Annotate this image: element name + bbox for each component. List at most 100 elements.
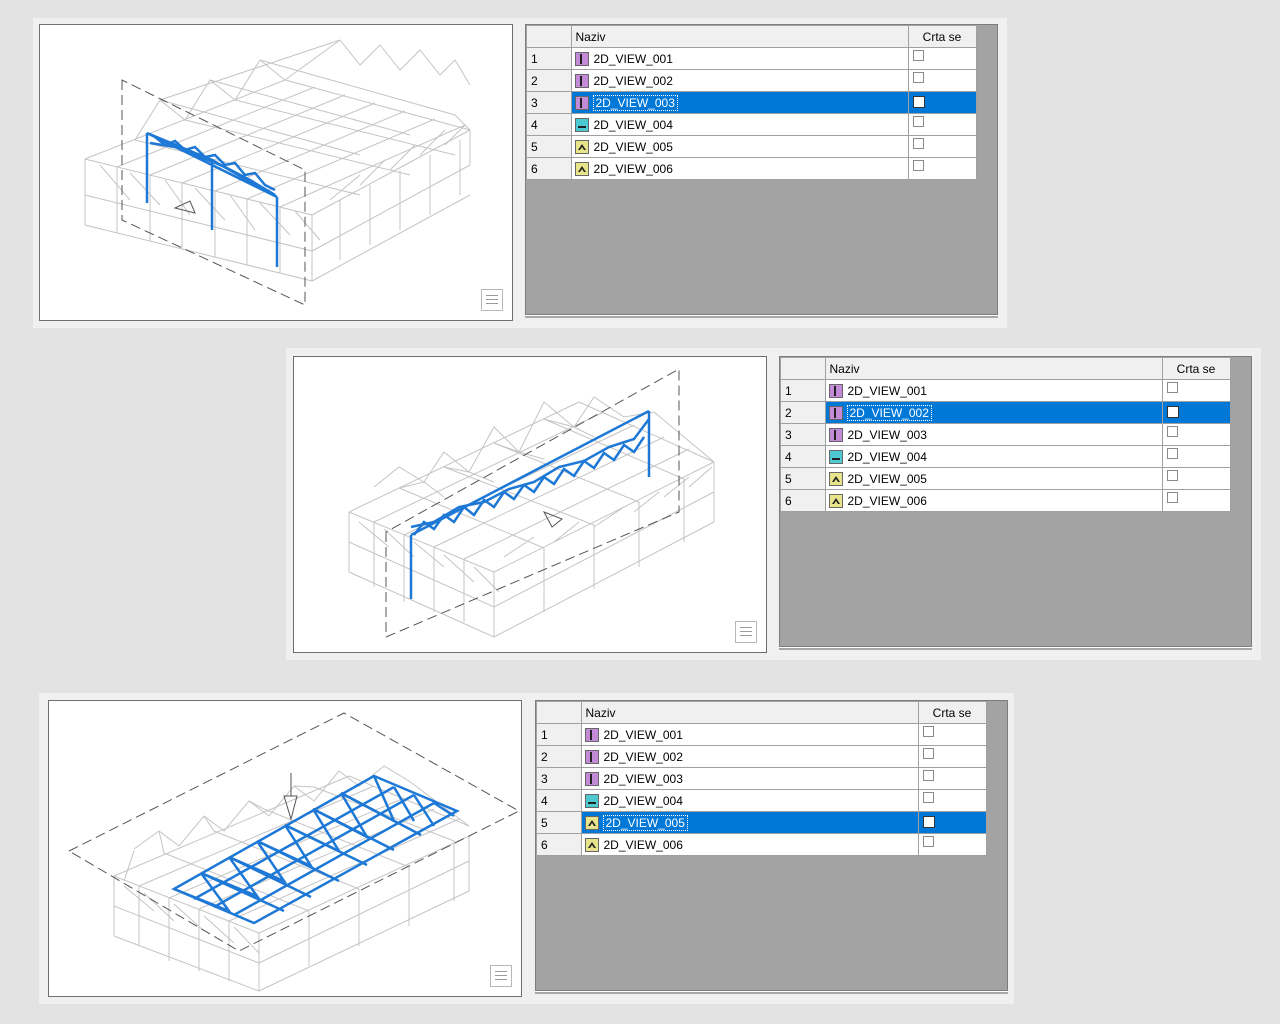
view-row[interactable]: 6 2D_VIEW_006 xyxy=(537,833,987,856)
crta-se-cell[interactable] xyxy=(918,811,987,834)
crta-se-cell[interactable] xyxy=(908,113,977,136)
row-number[interactable]: 2 xyxy=(781,401,826,424)
crta-se-checkbox[interactable] xyxy=(912,72,924,83)
row-number[interactable]: 1 xyxy=(527,47,572,70)
row-number[interactable]: 6 xyxy=(537,833,582,856)
view-row[interactable]: 4 2D_VIEW_004 xyxy=(527,113,977,136)
view-name-cell[interactable]: 2D_VIEW_006 xyxy=(581,833,919,856)
3d-viewport-1[interactable] xyxy=(39,24,513,321)
crta-se-cell[interactable] xyxy=(918,789,987,812)
view-row[interactable]: 3 2D_VIEW_003 xyxy=(781,423,1231,446)
view-row[interactable]: 3 2D_VIEW_003 xyxy=(527,91,977,114)
view-name-cell[interactable]: 2D_VIEW_002 xyxy=(571,69,909,92)
row-number[interactable]: 4 xyxy=(537,789,582,812)
row-number[interactable]: 3 xyxy=(527,91,572,114)
crta-se-checkbox[interactable] xyxy=(922,770,934,781)
view-row[interactable]: 5 2D_VIEW_005 xyxy=(781,467,1231,490)
row-number[interactable]: 5 xyxy=(537,811,582,834)
view-row[interactable]: 4 2D_VIEW_004 xyxy=(537,789,987,812)
view-name-cell[interactable]: 2D_VIEW_003 xyxy=(571,91,909,114)
view-name-cell[interactable]: 2D_VIEW_005 xyxy=(571,135,909,158)
crta-se-checkbox[interactable] xyxy=(912,116,924,127)
crta-se-cell[interactable] xyxy=(918,833,987,856)
crta-se-cell[interactable] xyxy=(1162,423,1231,446)
view-name-cell[interactable]: 2D_VIEW_003 xyxy=(825,423,1163,446)
crta-se-cell[interactable] xyxy=(918,767,987,790)
crta-se-checkbox[interactable] xyxy=(922,748,934,759)
view-name-cell[interactable]: 2D_VIEW_004 xyxy=(571,113,909,136)
crta-se-checkbox[interactable] xyxy=(922,726,934,737)
view-name-cell[interactable]: 2D_VIEW_002 xyxy=(825,401,1163,424)
row-number[interactable]: 5 xyxy=(527,135,572,158)
view-name-cell[interactable]: 2D_VIEW_006 xyxy=(825,489,1163,512)
crta-se-cell[interactable] xyxy=(908,47,977,70)
view-name-cell[interactable]: 2D_VIEW_001 xyxy=(571,47,909,70)
crta-se-cell[interactable] xyxy=(1162,467,1231,490)
row-number[interactable]: 6 xyxy=(527,157,572,180)
3d-viewport-2[interactable] xyxy=(293,356,767,653)
view-row[interactable]: 2 2D_VIEW_002 xyxy=(537,745,987,768)
crta-se-checkbox[interactable] xyxy=(922,792,934,803)
view-name-cell[interactable]: 2D_VIEW_002 xyxy=(581,745,919,768)
crta-se-cell[interactable] xyxy=(908,69,977,92)
col-header-naziv[interactable]: Naziv xyxy=(825,358,1163,380)
row-number[interactable]: 3 xyxy=(537,767,582,790)
crta-se-checkbox[interactable] xyxy=(1166,448,1178,459)
crta-se-checkbox[interactable] xyxy=(1166,382,1178,393)
col-header-naziv[interactable]: Naziv xyxy=(571,26,909,48)
row-number[interactable]: 2 xyxy=(527,69,572,92)
crta-se-cell[interactable] xyxy=(1162,489,1231,512)
view-name-cell[interactable]: 2D_VIEW_003 xyxy=(581,767,919,790)
crta-se-cell[interactable] xyxy=(908,157,977,180)
row-number[interactable]: 6 xyxy=(781,489,826,512)
view-name-cell[interactable]: 2D_VIEW_001 xyxy=(825,379,1163,402)
view-row[interactable]: 1 2D_VIEW_001 xyxy=(527,47,977,70)
crta-se-cell[interactable] xyxy=(1162,379,1231,402)
view-row[interactable]: 6 2D_VIEW_006 xyxy=(781,489,1231,512)
crta-se-checkbox[interactable] xyxy=(912,95,925,108)
crta-se-checkbox[interactable] xyxy=(912,160,924,171)
crta-se-checkbox[interactable] xyxy=(922,815,935,828)
view-row[interactable]: 4 2D_VIEW_004 xyxy=(781,445,1231,468)
list-menu-icon[interactable] xyxy=(481,289,503,311)
view-row[interactable]: 2 2D_VIEW_002 xyxy=(527,69,977,92)
crta-se-checkbox[interactable] xyxy=(912,50,924,61)
row-number[interactable]: 4 xyxy=(527,113,572,136)
row-number[interactable]: 3 xyxy=(781,423,826,446)
row-number[interactable]: 1 xyxy=(537,723,582,746)
row-number[interactable]: 1 xyxy=(781,379,826,402)
crta-se-cell[interactable] xyxy=(908,91,977,114)
crta-se-cell[interactable] xyxy=(1162,445,1231,468)
col-header-crta-se[interactable]: Crta se xyxy=(908,26,977,48)
row-number[interactable]: 4 xyxy=(781,445,826,468)
crta-se-checkbox[interactable] xyxy=(1166,426,1178,437)
crta-se-checkbox[interactable] xyxy=(1166,405,1179,418)
view-row[interactable]: 5 2D_VIEW_005 xyxy=(527,135,977,158)
crta-se-cell[interactable] xyxy=(918,723,987,746)
crta-se-cell[interactable] xyxy=(1162,401,1231,424)
crta-se-checkbox[interactable] xyxy=(912,138,924,149)
crta-se-checkbox[interactable] xyxy=(1166,492,1178,503)
view-row[interactable]: 2 2D_VIEW_002 xyxy=(781,401,1231,424)
view-name-cell[interactable]: 2D_VIEW_004 xyxy=(825,445,1163,468)
view-name-cell[interactable]: 2D_VIEW_001 xyxy=(581,723,919,746)
col-header-crta-se[interactable]: Crta se xyxy=(1162,358,1231,380)
view-name-cell[interactable]: 2D_VIEW_006 xyxy=(571,157,909,180)
col-header-naziv[interactable]: Naziv xyxy=(581,702,919,724)
view-name-cell[interactable]: 2D_VIEW_004 xyxy=(581,789,919,812)
list-menu-icon[interactable] xyxy=(490,965,512,987)
crta-se-cell[interactable] xyxy=(918,745,987,768)
view-row[interactable]: 1 2D_VIEW_001 xyxy=(537,723,987,746)
row-number[interactable]: 5 xyxy=(781,467,826,490)
view-row[interactable]: 5 2D_VIEW_005 xyxy=(537,811,987,834)
crta-se-checkbox[interactable] xyxy=(922,836,934,847)
view-row[interactable]: 3 2D_VIEW_003 xyxy=(537,767,987,790)
crta-se-checkbox[interactable] xyxy=(1166,470,1178,481)
crta-se-cell[interactable] xyxy=(908,135,977,158)
list-menu-icon[interactable] xyxy=(735,621,757,643)
view-name-cell[interactable]: 2D_VIEW_005 xyxy=(825,467,1163,490)
col-header-crta-se[interactable]: Crta se xyxy=(918,702,987,724)
3d-viewport-3[interactable] xyxy=(48,700,522,997)
row-number[interactable]: 2 xyxy=(537,745,582,768)
view-row[interactable]: 6 2D_VIEW_006 xyxy=(527,157,977,180)
